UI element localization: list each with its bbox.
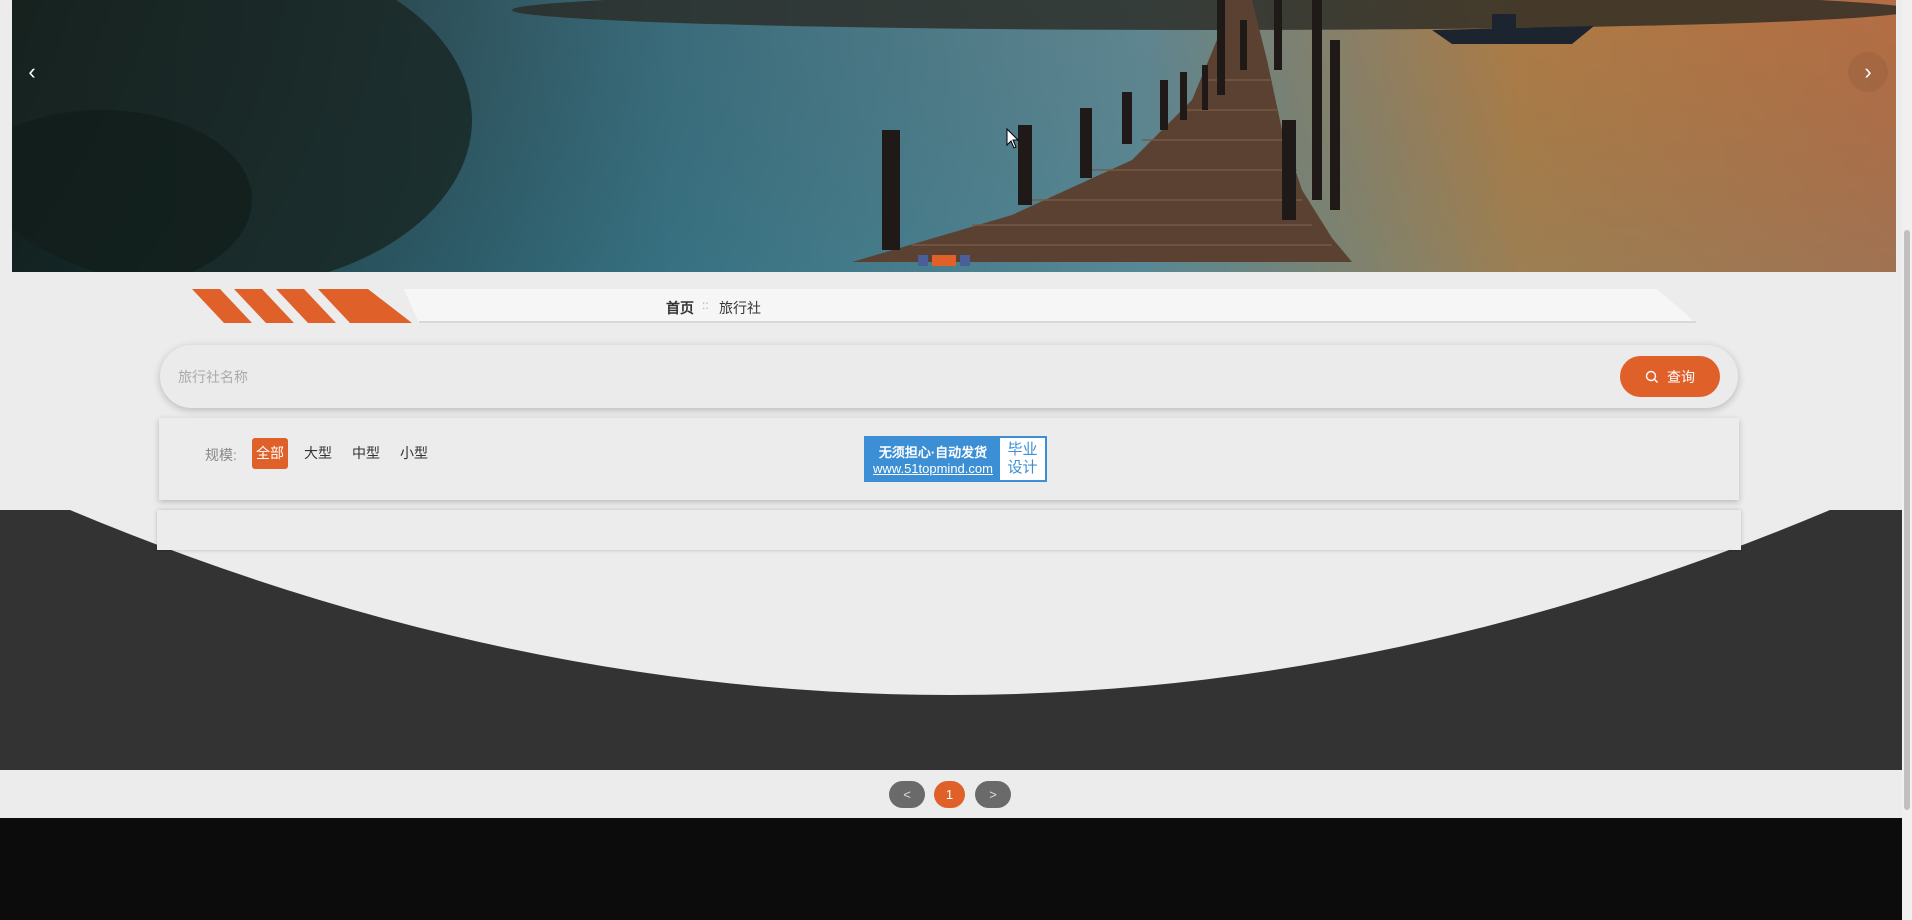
prev-page-button[interactable]: < (889, 781, 925, 808)
next-page-button[interactable]: > (975, 781, 1011, 808)
ad-url: www.51topmind.com (873, 461, 993, 476)
breadcrumb-current: 旅行社 (719, 300, 761, 316)
breadcrumb-home-link[interactable]: 首页 (666, 298, 694, 318)
ad-side-text-1: 毕业 (1007, 441, 1038, 458)
hero-banner (12, 0, 1896, 272)
banner-dot-1[interactable] (918, 255, 928, 266)
banner-indicators (918, 255, 970, 266)
agency-list-card (157, 510, 1741, 550)
banner-next-arrow[interactable]: › (1848, 52, 1888, 92)
ad-main-panel: 无须担心·自动发货 www.51topmind.com (866, 438, 1000, 480)
banner-image (12, 0, 1896, 272)
ad-side-text-2: 设计 (1007, 459, 1038, 476)
ad-side-panel: 毕业 设计 (1000, 438, 1045, 480)
search-bar: 查询 (160, 345, 1738, 408)
page-footer (0, 818, 1912, 920)
agency-name-search-input[interactable] (178, 365, 1558, 389)
banner-prev-arrow[interactable]: ‹ (12, 52, 52, 92)
scale-option-medium[interactable]: 中型 (348, 438, 384, 469)
scale-option-large[interactable]: 大型 (300, 438, 336, 469)
search-icon (1645, 370, 1658, 383)
pagination: < 1 > (0, 770, 1902, 818)
search-button[interactable]: 查询 (1620, 356, 1720, 397)
scale-option-all[interactable]: 全部 (252, 438, 288, 469)
breadcrumb-separator: :: (702, 298, 709, 312)
banner-dot-3[interactable] (960, 255, 970, 266)
breadcrumb-stripe-decoration (192, 289, 1696, 323)
breadcrumb: 首页 :: 旅行社 (192, 289, 1696, 323)
search-button-label: 查询 (1667, 368, 1695, 385)
banner-dot-2[interactable] (932, 255, 956, 266)
page-1-button[interactable]: 1 (934, 781, 965, 808)
mouse-cursor-icon (1006, 128, 1020, 149)
page-scrollbar-thumb[interactable] (1904, 230, 1910, 810)
scale-option-small[interactable]: 小型 (396, 438, 432, 469)
ad-slogan: 无须担心·自动发货 (878, 445, 988, 460)
scale-filter-label: 规模: (205, 447, 237, 463)
watermark-ad-badge: 无须担心·自动发货 www.51topmind.com 毕业 设计 (864, 436, 1047, 482)
